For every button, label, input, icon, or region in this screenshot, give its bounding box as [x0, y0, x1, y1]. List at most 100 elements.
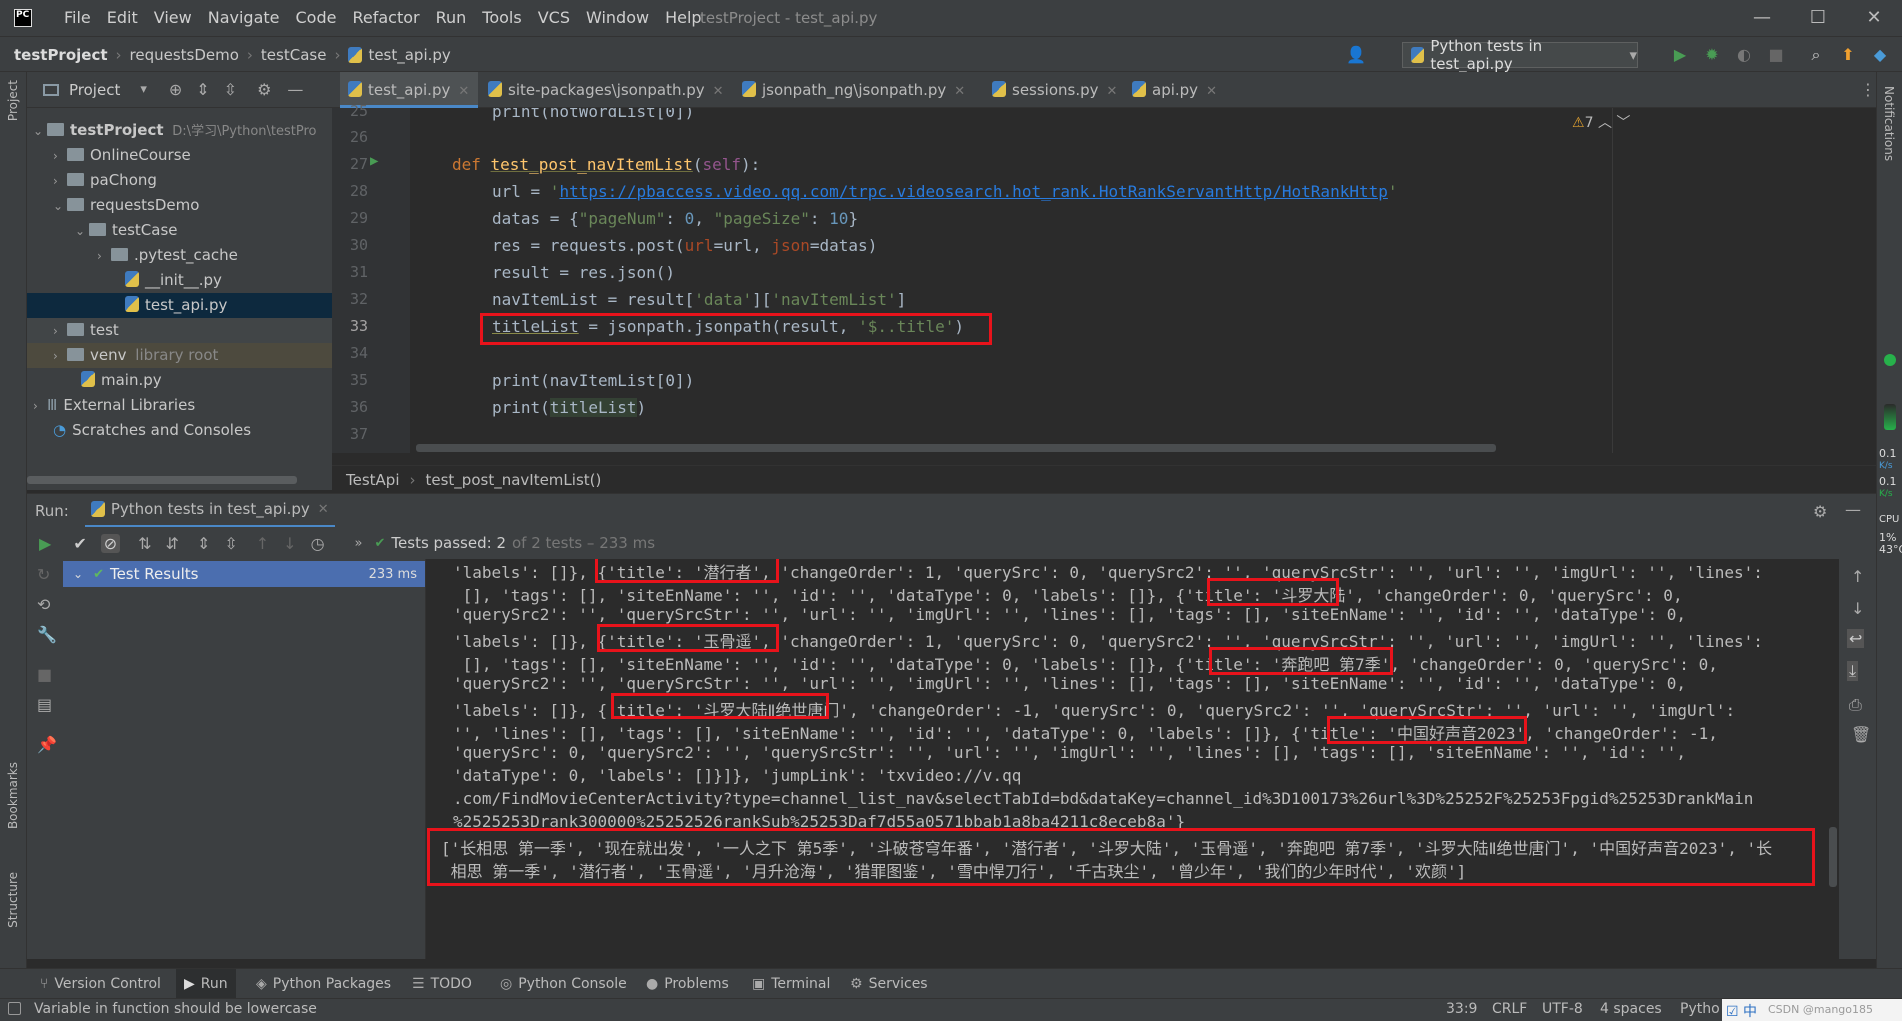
arrow-up-icon[interactable]: ↑ — [1851, 567, 1864, 586]
rerun-failed-icon[interactable]: ↻ — [37, 565, 50, 584]
console-output[interactable]: 'labels': []}, {'title': '潜行者', 'changeO… — [427, 559, 1839, 959]
run-test-gutter-icon[interactable]: ▶ — [370, 153, 378, 169]
tab-jsonpath-ng[interactable]: jsonpath_ng\jsonpath.py ✕ — [734, 72, 965, 108]
indent-setting[interactable]: 4 spaces — [1600, 1001, 1662, 1017]
more-icon[interactable]: » — [355, 536, 363, 551]
tab-sessions-py[interactable]: sessions.py ✕ — [984, 72, 1124, 108]
search-icon[interactable]: ⌕ — [1806, 45, 1826, 65]
tool-run[interactable]: ▶ Run — [176, 969, 236, 999]
breadcrumb-project[interactable]: testProject — [14, 46, 108, 64]
menu-navigate[interactable]: Navigate — [200, 0, 288, 36]
toggle-auto-test-icon[interactable]: ⟲ — [37, 595, 50, 614]
sort-duration-icon[interactable]: ⇵ — [166, 534, 179, 553]
menu-edit[interactable]: Edit — [99, 0, 146, 36]
tree-item-pytest-cache[interactable]: › .pytest_cache — [27, 243, 332, 268]
tree-item-testproject[interactable]: ⌄ testProject D:\学习\Python\testPro — [27, 118, 332, 143]
gear-icon[interactable]: ⚙ — [257, 80, 271, 99]
debug-icon[interactable]: ✹ — [1702, 45, 1722, 65]
more-tabs-icon[interactable]: ⋮ — [1860, 80, 1876, 99]
tool-version-control[interactable]: ⑂ Version Control — [40, 969, 161, 999]
wrench-icon[interactable]: 🔧 — [37, 625, 57, 644]
project-panel-title[interactable]: Project — [69, 81, 120, 99]
project-tool-button[interactable]: Project — [6, 80, 20, 121]
update-icon[interactable]: ⬆ — [1838, 45, 1858, 65]
run-tab[interactable]: Python tests in test_api.py ✕ — [84, 494, 335, 528]
tree-item-pachong[interactable]: › paChong — [27, 168, 332, 193]
rerun-icon[interactable]: ▶ — [39, 534, 51, 553]
expand-all-icon[interactable]: ⇕ — [196, 80, 209, 99]
expand-all-icon[interactable]: ⇕ — [197, 534, 210, 553]
scroll-to-end-icon[interactable]: ⤓ — [1847, 661, 1859, 681]
next-icon[interactable]: ↓ — [283, 534, 296, 553]
hide-icon[interactable]: — — [287, 80, 303, 99]
tree-item-main-py[interactable]: main.py — [27, 368, 332, 393]
breadcrumb-file[interactable]: test_api.py — [368, 46, 450, 64]
layout-icon[interactable]: ▤ — [37, 695, 52, 714]
close-icon[interactable]: ✕ — [1107, 84, 1118, 99]
menu-code[interactable]: Code — [288, 0, 345, 36]
structure-tool-button[interactable]: Structure — [6, 872, 20, 928]
menu-file[interactable]: File — [56, 0, 99, 36]
breadcrumb-class[interactable]: TestApi — [346, 471, 400, 489]
chevron-up-icon[interactable]: ︿ — [1598, 115, 1612, 131]
vertical-scrollbar[interactable] — [1829, 827, 1837, 887]
tool-problems[interactable]: ● Problems — [646, 969, 729, 999]
close-icon[interactable]: ✕ — [1206, 84, 1217, 99]
code-url[interactable]: https://pbaccess.video.qq.com/trpc.video… — [559, 182, 1387, 201]
tree-item-init-py[interactable]: __init__.py — [27, 268, 332, 293]
run-icon[interactable]: ▶ — [1670, 45, 1690, 65]
inspection-widget[interactable]: ⚠7 ︿ ﹀ — [1572, 112, 1630, 132]
tool-todo[interactable]: ☰ TODO — [412, 969, 472, 999]
tree-item-test-api-py[interactable]: test_api.py — [27, 293, 332, 318]
close-icon[interactable]: ✕ — [458, 84, 469, 99]
horizontal-scrollbar[interactable] — [27, 476, 297, 484]
minimize-button[interactable]: — — [1734, 0, 1790, 36]
tab-site-packages-jsonpath[interactable]: site-packages\jsonpath.py ✕ — [480, 72, 724, 108]
show-passed-icon[interactable]: ✔ — [73, 534, 86, 553]
line-separator[interactable]: CRLF — [1492, 1001, 1527, 1017]
breadcrumb-folder[interactable]: requestsDemo — [130, 46, 239, 64]
menu-tools[interactable]: Tools — [474, 0, 529, 36]
stop-icon[interactable]: ■ — [37, 665, 52, 684]
tab-api-py[interactable]: api.py ✕ — [1124, 72, 1234, 108]
show-ignored-icon[interactable]: ⊘ — [100, 533, 121, 553]
collapse-all-icon[interactable]: ⇳ — [224, 534, 237, 553]
previous-icon[interactable]: ↑ — [256, 534, 269, 553]
pin-icon[interactable]: 📌 — [37, 735, 57, 754]
user-icon[interactable]: 👤 — [1346, 45, 1366, 65]
tool-python-packages[interactable]: ◈ Python Packages — [256, 969, 391, 999]
locate-icon[interactable]: ⊕ — [169, 80, 182, 99]
maximize-button[interactable]: ☐ — [1790, 0, 1846, 36]
menu-run[interactable]: Run — [428, 0, 475, 36]
print-icon[interactable]: ⎙ — [1849, 695, 1862, 715]
test-results-row[interactable]: ⌄ ✔ Test Results 233 ms — [63, 561, 425, 587]
file-encoding[interactable]: UTF-8 — [1542, 1001, 1583, 1017]
tree-item-test[interactable]: › test — [27, 318, 332, 343]
chevron-down-icon[interactable]: ▾ — [140, 82, 147, 97]
tool-python-console[interactable]: ◎ Python Console — [500, 969, 627, 999]
sort-alpha-icon[interactable]: ⇅ — [138, 534, 151, 553]
hide-icon[interactable]: — — [1845, 500, 1861, 519]
tree-item-venv[interactable]: › venv library root — [27, 343, 332, 368]
chevron-down-icon[interactable]: ﹀ — [1616, 115, 1630, 131]
close-icon[interactable]: ✕ — [954, 84, 965, 99]
interpreter[interactable]: Pytho — [1680, 1001, 1720, 1017]
close-icon[interactable]: ✕ — [318, 502, 329, 517]
tool-services[interactable]: ⚙ Services — [850, 969, 928, 999]
jetbrains-icon[interactable]: ◆ — [1870, 45, 1890, 65]
code-editor[interactable]: print(notWordList[0]) def test_post_navI… — [410, 108, 1876, 453]
breadcrumb-folder[interactable]: testCase — [261, 46, 327, 64]
tree-item-scratches[interactable]: ◔ Scratches and Consoles — [27, 418, 332, 443]
tool-terminal[interactable]: ▣ Terminal — [752, 969, 830, 999]
tree-item-requestsdemo[interactable]: ⌄ requestsDemo — [27, 193, 332, 218]
history-icon[interactable]: ◷ — [311, 534, 325, 553]
close-icon[interactable]: ✕ — [713, 84, 724, 99]
tree-item-onlinecourse[interactable]: › OnlineCourse — [27, 143, 332, 168]
coverage-icon[interactable]: ◐ — [1734, 45, 1754, 65]
bookmarks-tool-button[interactable]: Bookmarks — [6, 762, 20, 829]
caret-position[interactable]: 33:9 — [1446, 1001, 1477, 1017]
stop-icon[interactable]: ■ — [1766, 45, 1786, 65]
trash-icon[interactable]: 🗑 — [1851, 725, 1871, 744]
gear-icon[interactable]: ⚙ — [1813, 502, 1827, 521]
collapse-all-icon[interactable]: ⇳ — [224, 80, 237, 99]
